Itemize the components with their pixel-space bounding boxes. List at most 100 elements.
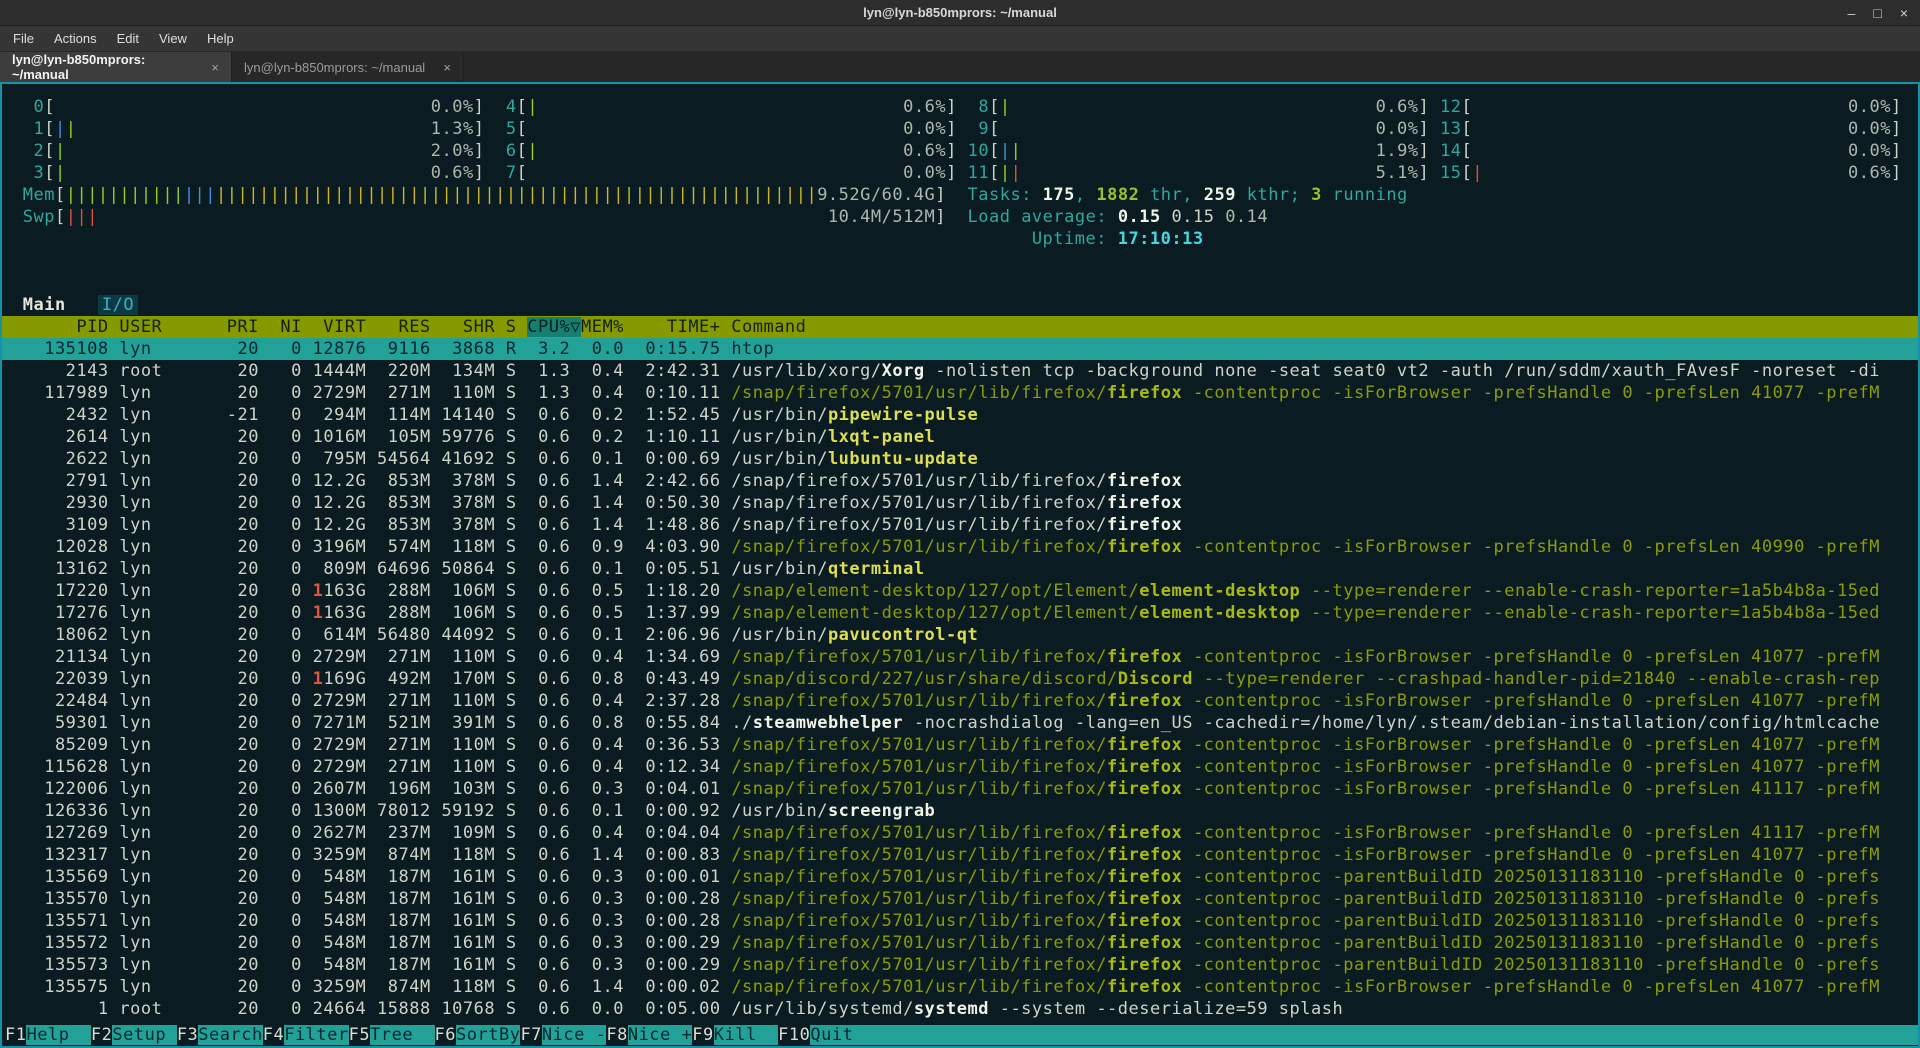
close-button[interactable]: × (1900, 5, 1908, 21)
process-row-2622[interactable]: 2622 lyn 20 0 795M 54564 41692 S 0.6 0.1… (2, 448, 1918, 470)
process-virt: 169G (323, 669, 366, 689)
process-command: /snap/firefox/5701/usr/lib/firefox/ (731, 647, 1107, 667)
function-key-f8[interactable]: F8 (606, 1025, 627, 1045)
process-row-3109[interactable]: 3109 lyn 20 0 12.2G 853M 378M S 0.6 1.4 … (2, 514, 1918, 536)
process-row-135571[interactable]: 135571 lyn 20 0 548M 187M 161M S 0.6 0.3… (2, 910, 1918, 932)
htop-tab-io[interactable]: I/O (98, 295, 138, 315)
process-command: firefox (1107, 691, 1182, 711)
function-label-f2[interactable]: Setup (112, 1025, 176, 1045)
memory-meter-bar: ||||||||||| (66, 185, 184, 205)
process-row-22039[interactable]: 22039 lyn 20 0 1169G 492M 170M S 0.6 0.8… (2, 668, 1918, 690)
menu-actions[interactable]: Actions (45, 28, 106, 49)
function-key-f3[interactable]: F3 (177, 1025, 198, 1045)
process-row-2930[interactable]: 2930 lyn 20 0 12.2G 853M 378M S 0.6 1.4 … (2, 492, 1918, 514)
process-state: S (506, 845, 527, 865)
process-row-135569[interactable]: 135569 lyn 20 0 548M 187M 161M S 0.6 0.3… (2, 866, 1918, 888)
process-pid: 135572 (12, 933, 119, 953)
tab-close-icon[interactable]: × (211, 60, 219, 75)
process-pri-ni: 20 0 (227, 471, 313, 491)
terminal-tab-2[interactable]: lyn@lyn-b850mprors: ~/manual× (232, 52, 464, 82)
process-row-17276[interactable]: 17276 lyn 20 0 1163G 288M 106M S 0.6 0.5… (2, 602, 1918, 624)
function-label-f5[interactable]: Tree (370, 1025, 434, 1045)
process-row-135575[interactable]: 135575 lyn 20 0 3259M 874M 118M S 0.6 1.… (2, 976, 1918, 998)
process-res-shr: 15888 10768 (366, 999, 506, 1019)
process-res-shr: 54564 41692 (366, 449, 506, 469)
header-columns[interactable]: MEM% TIME+ Command (581, 317, 806, 337)
process-virt: 1 (313, 581, 324, 601)
function-key-f4[interactable]: F4 (263, 1025, 284, 1045)
htop-tab-main[interactable]: Main (23, 295, 66, 315)
function-key-f7[interactable]: F7 (520, 1025, 541, 1045)
process-stats: 0.6 0.5 1:37.99 (527, 603, 731, 623)
process-state: S (506, 603, 527, 623)
process-row-22484[interactable]: 22484 lyn 20 0 2729M 271M 110M S 0.6 0.4… (2, 690, 1918, 712)
function-key-f2[interactable]: F2 (91, 1025, 112, 1045)
process-command: /snap/firefox/5701/usr/lib/firefox/ (731, 471, 1107, 491)
process-row-59301[interactable]: 59301 lyn 20 0 7271M 521M 391M S 0.6 0.8… (2, 712, 1918, 734)
term-text: [ (517, 141, 528, 161)
process-row-117989[interactable]: 117989 lyn 20 0 2729M 271M 110M S 1.3 0.… (2, 382, 1918, 404)
tab-close-icon[interactable]: × (443, 60, 451, 75)
function-label-f6[interactable]: SortBy (456, 1025, 520, 1045)
process-command: -contentproc -parentBuildID 202501311831… (1182, 955, 1880, 975)
function-key-f5[interactable]: F5 (349, 1025, 370, 1045)
function-label-f1[interactable]: Help (26, 1025, 90, 1045)
process-state: S (506, 493, 527, 513)
cpu-meter-bar: | (1000, 97, 1011, 117)
cpu-1-meter-value: 1.3% (420, 119, 474, 139)
header-columns[interactable]: PID USER PRI NI VIRT RES SHR S (12, 317, 527, 337)
menu-file[interactable]: File (4, 28, 43, 49)
process-virt: 294M (313, 405, 367, 425)
function-label-f8[interactable]: Nice + (628, 1025, 692, 1045)
cpu-3-meter-label: 3 (23, 163, 44, 183)
process-table-header[interactable]: PID USER PRI NI VIRT RES SHR S CPU%▽MEM%… (2, 316, 1918, 338)
process-row-85209[interactable]: 85209 lyn 20 0 2729M 271M 110M S 0.6 0.4… (2, 734, 1918, 756)
process-stats: 0.6 0.1 0:00.69 (527, 449, 731, 469)
function-label-f3[interactable]: Search (198, 1025, 262, 1045)
cpu-meter-bar: | (66, 119, 77, 139)
process-row-122006[interactable]: 122006 lyn 20 0 2607M 196M 103M S 0.6 0.… (2, 778, 1918, 800)
process-row-13162[interactable]: 13162 lyn 20 0 809M 64696 50864 S 0.6 0.… (2, 558, 1918, 580)
function-label-f4[interactable]: Filter (284, 1025, 348, 1045)
process-row-2614[interactable]: 2614 lyn 20 0 1016M 105M 59776 S 0.6 0.2… (2, 426, 1918, 448)
process-row-2432[interactable]: 2432 lyn -21 0 294M 114M 14140 S 0.6 0.2… (2, 404, 1918, 426)
function-key-f6[interactable]: F6 (435, 1025, 456, 1045)
function-label-f7[interactable]: Nice - (542, 1025, 606, 1045)
process-row-2791[interactable]: 2791 lyn 20 0 12.2G 853M 378M S 0.6 1.4 … (2, 470, 1918, 492)
maximize-button[interactable]: □ (1873, 5, 1881, 21)
menu-view[interactable]: View (150, 28, 196, 49)
process-virt: 163G (323, 603, 366, 623)
process-command: pipewire-pulse (828, 405, 978, 425)
process-state: S (506, 581, 527, 601)
process-row-115628[interactable]: 115628 lyn 20 0 2729M 271M 110M S 0.6 0.… (2, 756, 1918, 778)
function-key-f1[interactable]: F1 (5, 1025, 26, 1045)
process-stats: 0.6 0.4 2:37.28 (527, 691, 731, 711)
process-row-17220[interactable]: 17220 lyn 20 0 1163G 288M 106M S 0.6 0.5… (2, 580, 1918, 602)
process-row-21134[interactable]: 21134 lyn 20 0 2729M 271M 110M S 0.6 0.4… (2, 646, 1918, 668)
function-label-f9[interactable]: Kill (714, 1025, 778, 1045)
menu-help[interactable]: Help (198, 28, 243, 49)
process-row-135572[interactable]: 135572 lyn 20 0 548M 187M 161M S 0.6 0.3… (2, 932, 1918, 954)
header-sort-column-cpu[interactable]: CPU%▽ (527, 317, 581, 337)
minimize-button[interactable]: – (1848, 5, 1856, 21)
terminal-viewport[interactable]: 0[ 0.0%] 4[| 0.6%] 8[| 0.6%] 12[ 0.0%] 1… (0, 82, 1920, 1048)
process-row-12028[interactable]: 12028 lyn 20 0 3196M 574M 118M S 0.6 0.9… (2, 536, 1918, 558)
process-row-2143[interactable]: 2143 root 20 0 1444M 220M 134M S 1.3 0.4… (2, 360, 1918, 382)
menu-edit[interactable]: Edit (108, 28, 148, 49)
function-key-f10[interactable]: F10 (778, 1025, 810, 1045)
process-row-135573[interactable]: 135573 lyn 20 0 548M 187M 161M S 0.6 0.3… (2, 954, 1918, 976)
cpu-meter-bar: | (1011, 163, 1022, 183)
term-text: ] (1891, 141, 1902, 161)
process-row-1[interactable]: 1 root 20 0 24664 15888 10768 S 0.6 0.0 … (2, 998, 1918, 1020)
function-label-f10[interactable]: Quit (810, 1025, 874, 1045)
process-row-135108[interactable]: 135108 lyn 20 0 12876 9116 3868 R 3.2 0.… (2, 338, 1918, 360)
terminal-tab-1[interactable]: lyn@lyn-b850mprors: ~/manual× (0, 52, 232, 82)
process-row-127269[interactable]: 127269 lyn 20 0 2627M 237M 109M S 0.6 0.… (2, 822, 1918, 844)
process-stats: 0.6 0.0 0:05.00 (527, 999, 731, 1019)
process-row-126336[interactable]: 126336 lyn 20 0 1300M 78012 59192 S 0.6 … (2, 800, 1918, 822)
process-row-132317[interactable]: 132317 lyn 20 0 3259M 874M 118M S 0.6 1.… (2, 844, 1918, 866)
titlebar[interactable]: lyn@lyn-b850mprors: ~/manual –□× (0, 0, 1920, 26)
process-row-135570[interactable]: 135570 lyn 20 0 548M 187M 161M S 0.6 0.3… (2, 888, 1918, 910)
process-row-18062[interactable]: 18062 lyn 20 0 614M 56480 44092 S 0.6 0.… (2, 624, 1918, 646)
function-key-f9[interactable]: F9 (692, 1025, 713, 1045)
